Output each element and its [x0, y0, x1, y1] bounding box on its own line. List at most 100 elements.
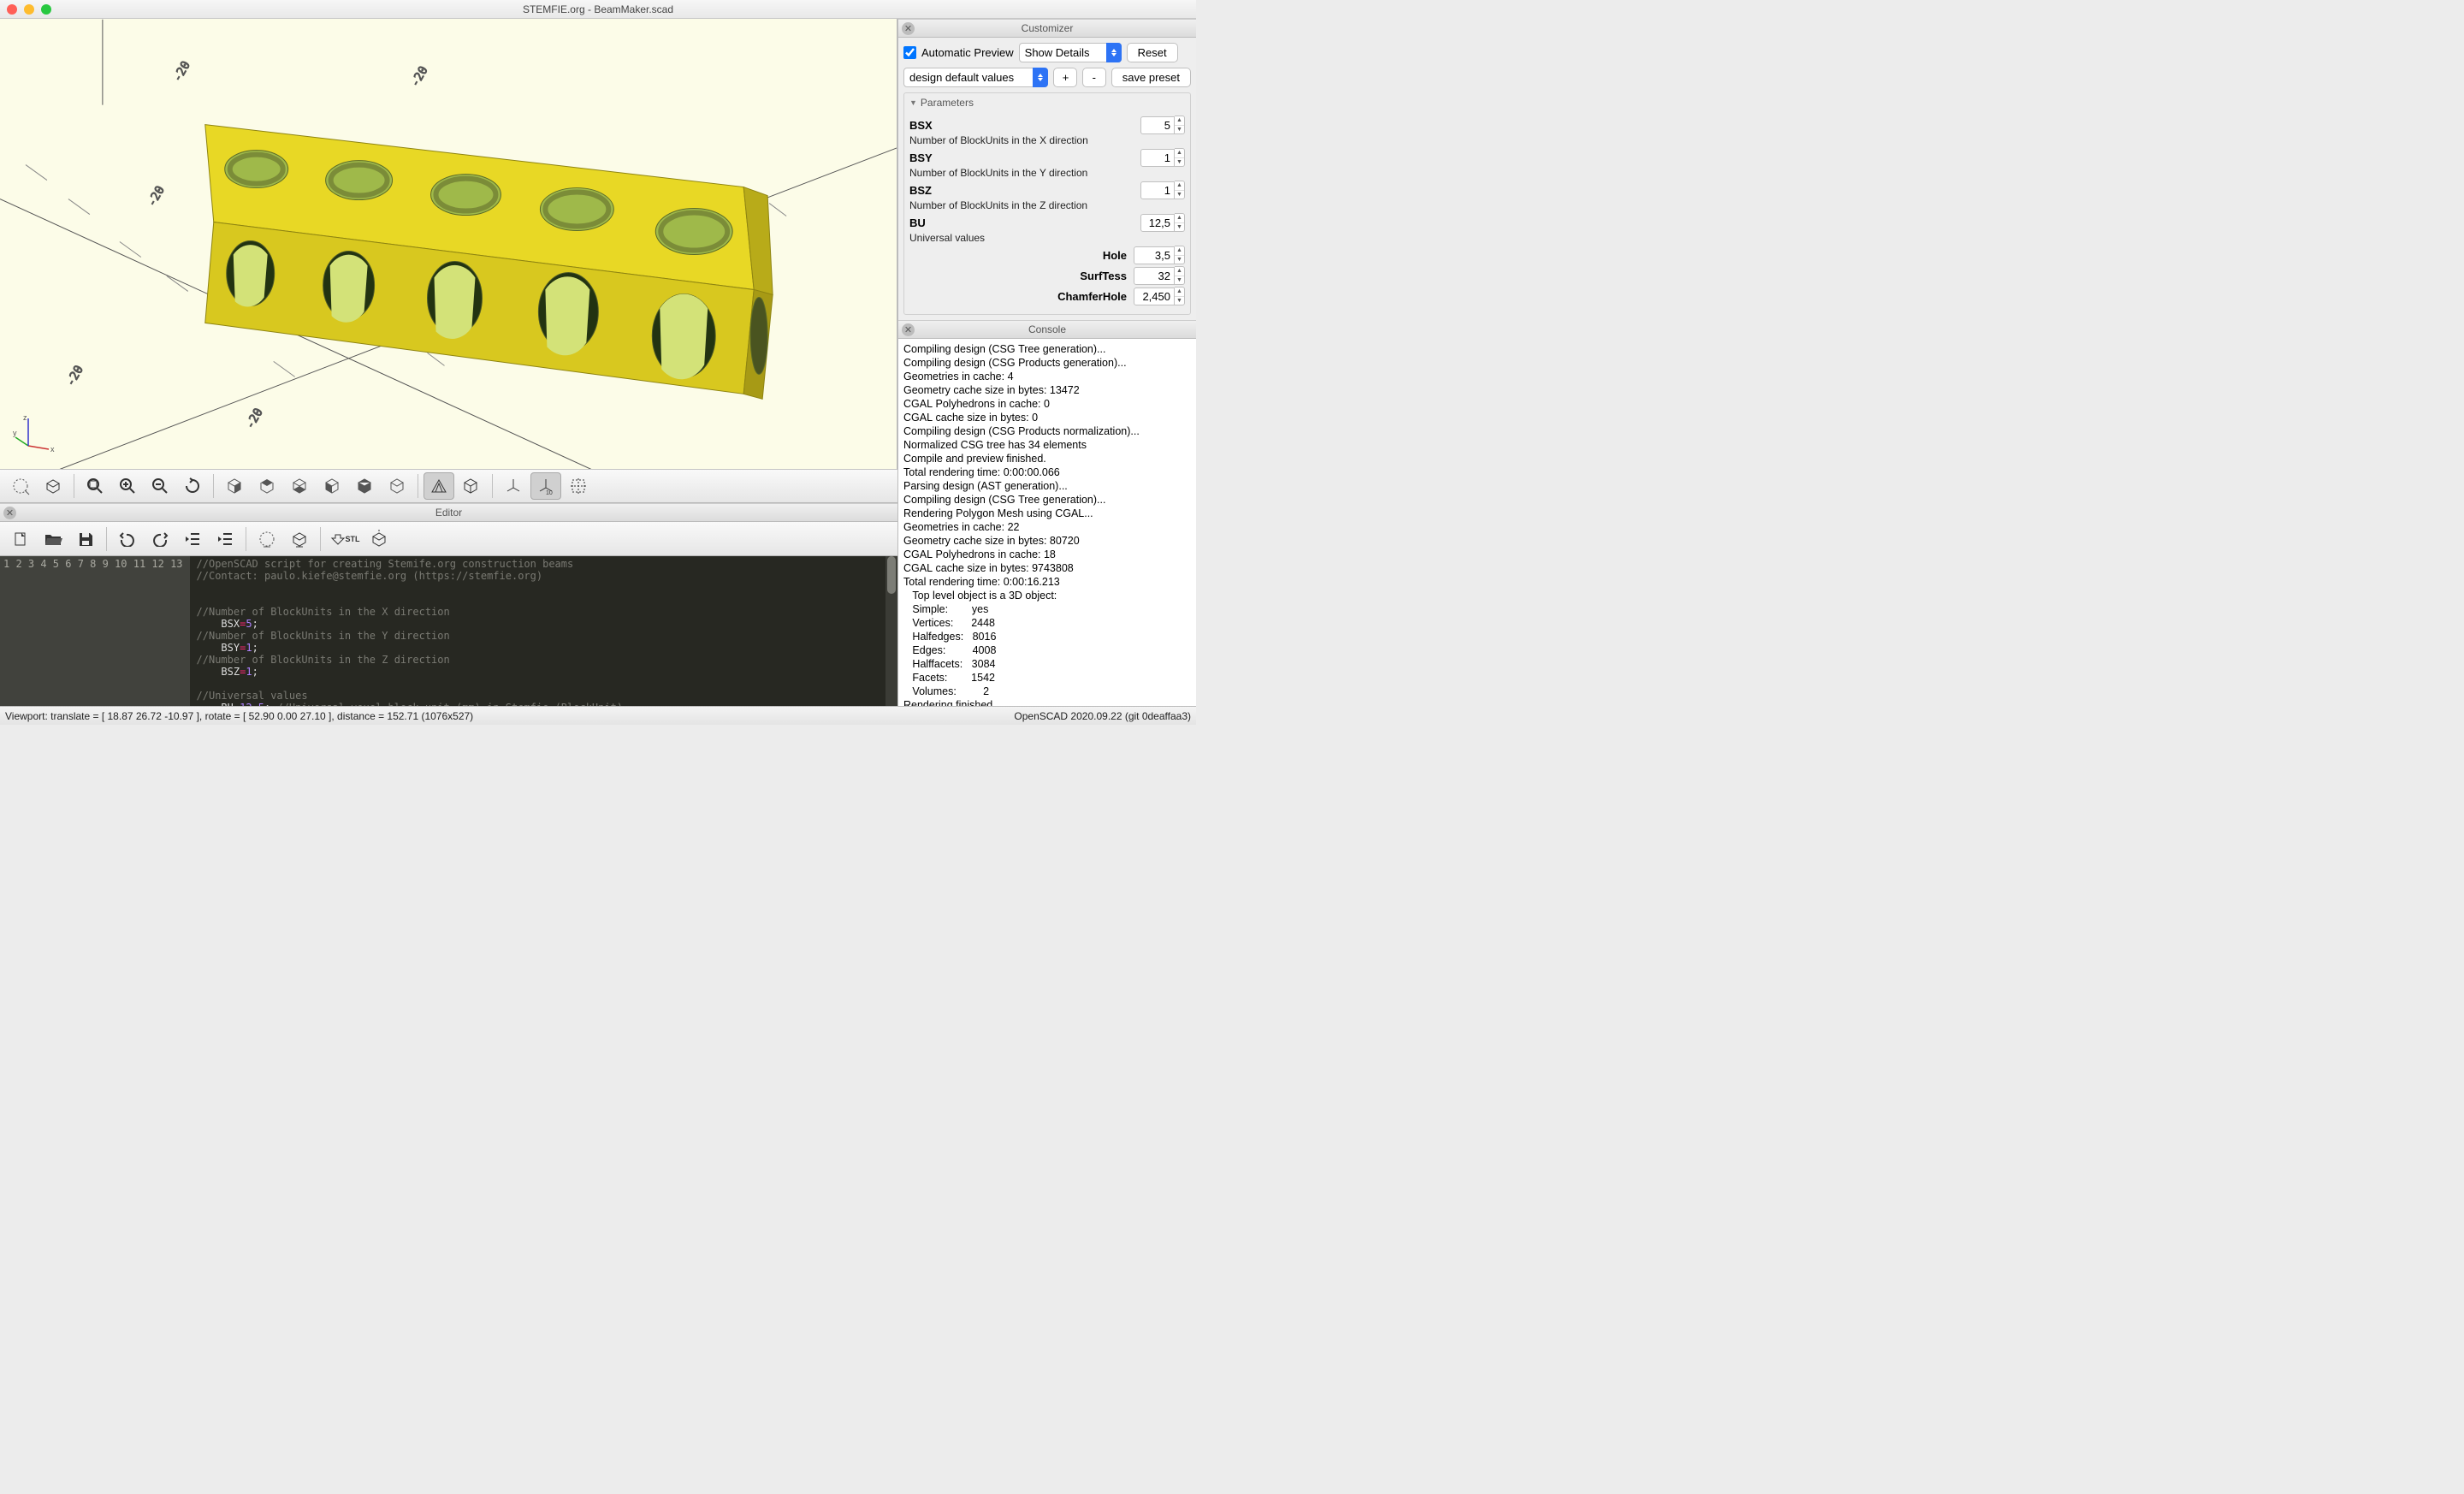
view-back-button[interactable] — [382, 472, 412, 500]
param-row: BSY ▲▼ Number of BlockUnits in the Y dir… — [909, 148, 1185, 179]
zoom-out-button[interactable] — [145, 472, 175, 500]
param-input[interactable] — [1134, 267, 1175, 285]
orthographic-button[interactable] — [456, 472, 487, 500]
param-description: Number of BlockUnits in the X direction — [909, 134, 1185, 146]
svg-text:-20: -20 — [170, 59, 192, 85]
version-status: OpenSCAD 2020.09.22 (git 0deaffaa3) — [1014, 710, 1191, 722]
reset-button[interactable]: Reset — [1127, 43, 1178, 62]
param-row: BSZ ▲▼ Number of BlockUnits in the Z dir… — [909, 181, 1185, 211]
param-input[interactable] — [1140, 116, 1175, 134]
console-line: Compiling design (CSG Products normaliza… — [903, 424, 1191, 438]
customizer-close-icon[interactable]: ✕ — [902, 22, 915, 35]
param-name: ChamferHole — [1057, 290, 1127, 303]
svg-text:10: 10 — [546, 490, 553, 495]
redo-button[interactable] — [145, 525, 175, 553]
editor-toolbar: STL — [0, 522, 897, 556]
auto-preview-checkbox[interactable] — [903, 46, 916, 59]
preview-render-button[interactable] — [252, 525, 282, 553]
indent-button[interactable] — [210, 525, 240, 553]
axes-toggle-button[interactable] — [498, 472, 529, 500]
new-file-button[interactable] — [5, 525, 36, 553]
axis-indicator-icon: x y z — [13, 413, 56, 456]
console-line: Vertices: 2448 — [903, 616, 1191, 630]
param-row: ChamferHole ▲▼ — [909, 287, 1185, 305]
save-preset-button[interactable]: save preset — [1111, 68, 1191, 87]
view-left-button[interactable] — [317, 472, 347, 500]
undo-button[interactable] — [112, 525, 143, 553]
open-file-button[interactable] — [38, 525, 68, 553]
console-line: Compile and preview finished. — [903, 452, 1191, 465]
console-line: CGAL cache size in bytes: 0 — [903, 411, 1191, 424]
console-panel-header: ✕ Console — [898, 320, 1196, 339]
render-button[interactable] — [38, 472, 68, 500]
param-input[interactable] — [1140, 214, 1175, 232]
console-title: Console — [898, 323, 1196, 335]
view-top-button[interactable] — [252, 472, 282, 500]
stepper-icon[interactable]: ▲▼ — [1175, 246, 1185, 264]
send-to-printer-button[interactable] — [364, 525, 394, 553]
svg-text:y: y — [13, 429, 17, 437]
console-line: Top level object is a 3D object: — [903, 589, 1191, 602]
reset-view-button[interactable] — [177, 472, 208, 500]
parameters-section-header[interactable]: ▼ Parameters — [904, 93, 1190, 112]
editor-scrollbar[interactable] — [886, 556, 897, 706]
zoom-in-button[interactable] — [112, 472, 143, 500]
param-row: SurfTess ▲▼ — [909, 266, 1185, 285]
console-line: Parsing design (AST generation)... — [903, 479, 1191, 493]
status-bar: Viewport: translate = [ 18.87 26.72 -10.… — [0, 706, 1196, 725]
console-line: Facets: 1542 — [903, 671, 1191, 685]
preset-plus-button[interactable]: + — [1053, 68, 1077, 87]
perspective-button[interactable] — [424, 472, 454, 500]
param-name: BSY — [909, 151, 933, 164]
param-name: SurfTess — [1080, 270, 1127, 282]
console-line: Total rendering time: 0:00:16.213 — [903, 575, 1191, 589]
view-front-button[interactable] — [349, 472, 380, 500]
param-input[interactable] — [1140, 149, 1175, 167]
param-input[interactable] — [1134, 246, 1175, 264]
stepper-icon[interactable]: ▲▼ — [1175, 213, 1185, 232]
view-right-button[interactable] — [219, 472, 250, 500]
console-output[interactable]: Compiling design (CSG Tree generation)..… — [898, 339, 1196, 706]
stepper-icon[interactable]: ▲▼ — [1175, 116, 1185, 134]
console-line: Halfedges: 8016 — [903, 630, 1191, 643]
zoom-fit-button[interactable] — [80, 472, 110, 500]
view-toolbar: 10 — [0, 469, 897, 503]
export-stl-button[interactable]: STL — [326, 525, 362, 553]
console-line: CGAL cache size in bytes: 9743808 — [903, 561, 1191, 575]
param-name: BU — [909, 216, 926, 229]
console-line: Simple: yes — [903, 602, 1191, 616]
triangle-down-icon: ▼ — [909, 98, 917, 107]
stepper-icon[interactable]: ▲▼ — [1175, 181, 1185, 199]
console-line: Compiling design (CSG Tree generation)..… — [903, 342, 1191, 356]
console-line: Compiling design (CSG Tree generation)..… — [903, 493, 1191, 507]
editor-close-icon[interactable]: ✕ — [3, 507, 16, 519]
svg-text:z: z — [23, 413, 27, 422]
console-close-icon[interactable]: ✕ — [902, 323, 915, 336]
console-line: Geometry cache size in bytes: 13472 — [903, 383, 1191, 397]
scale-toggle-button[interactable]: 10 — [530, 472, 561, 500]
code-editor[interactable]: 1 2 3 4 5 6 7 8 9 10 11 12 13 //OpenSCAD… — [0, 556, 897, 706]
param-description: Number of BlockUnits in the Z direction — [909, 199, 1185, 211]
console-line: Geometry cache size in bytes: 80720 — [903, 534, 1191, 548]
console-line: Geometries in cache: 22 — [903, 520, 1191, 534]
preset-minus-button[interactable]: - — [1082, 68, 1106, 87]
stepper-icon[interactable]: ▲▼ — [1175, 148, 1185, 167]
3d-viewport[interactable]: -20 -20 -20 -20 -20 — [0, 19, 897, 469]
viewport-status: Viewport: translate = [ 18.87 26.72 -10.… — [5, 710, 473, 722]
preset-select[interactable]: design default values — [903, 68, 1048, 87]
param-input[interactable] — [1134, 288, 1175, 305]
final-render-button[interactable] — [284, 525, 315, 553]
svg-text:-20: -20 — [145, 184, 167, 210]
stepper-icon[interactable]: ▲▼ — [1175, 266, 1185, 285]
preview-button[interactable] — [5, 472, 36, 500]
crosshair-button[interactable] — [563, 472, 594, 500]
console-line: Total rendering time: 0:00:00.066 — [903, 465, 1191, 479]
svg-text:-20: -20 — [64, 363, 86, 388]
stepper-icon[interactable]: ▲▼ — [1175, 287, 1185, 305]
save-file-button[interactable] — [70, 525, 101, 553]
view-bottom-button[interactable] — [284, 472, 315, 500]
param-input[interactable] — [1140, 181, 1175, 199]
console-line: CGAL Polyhedrons in cache: 0 — [903, 397, 1191, 411]
svg-text:-20: -20 — [243, 406, 265, 431]
unindent-button[interactable] — [177, 525, 208, 553]
